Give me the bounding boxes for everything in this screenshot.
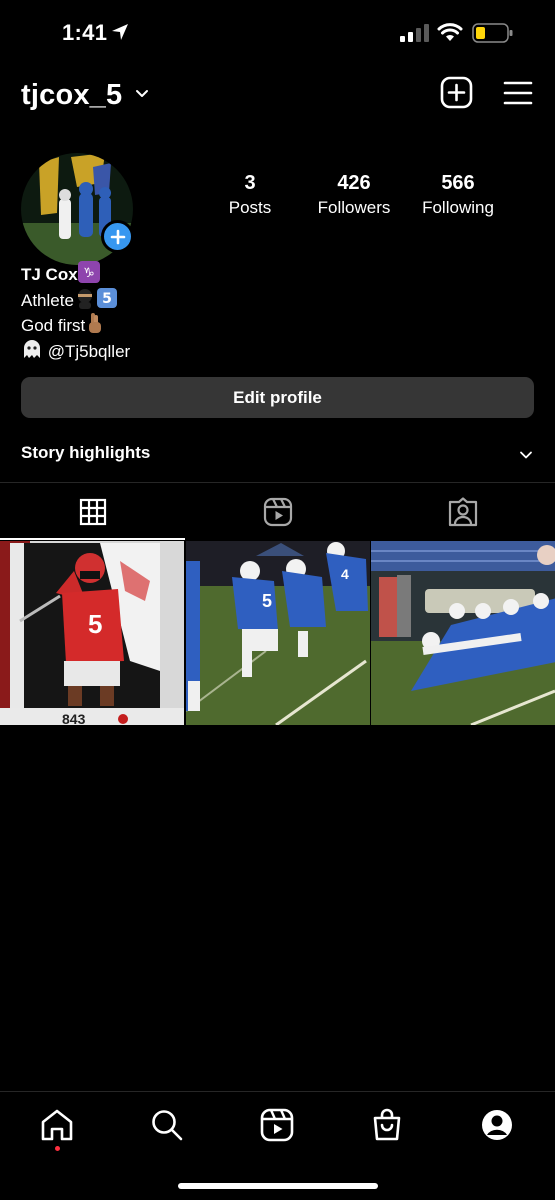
svg-text:5: 5 xyxy=(102,291,112,307)
cellular-signal-icon xyxy=(400,24,429,42)
profile-icon[interactable] xyxy=(480,1108,514,1142)
battery-icon xyxy=(472,23,513,43)
svg-text:4: 4 xyxy=(341,566,349,582)
post-thumbnail-1[interactable]: 5 843 xyxy=(0,541,184,725)
story-highlights-title[interactable]: Story highlights xyxy=(21,443,150,463)
stat-following[interactable]: 566 Following xyxy=(413,172,503,218)
add-post-icon[interactable] xyxy=(440,76,473,109)
keycap-five-emoji-icon: 5 xyxy=(96,287,117,308)
svg-text:♑: ♑ xyxy=(83,266,95,281)
reels-icon xyxy=(263,497,292,527)
profile-avatar[interactable] xyxy=(21,153,134,265)
username[interactable]: tjcox_5 xyxy=(21,79,122,112)
search-icon[interactable] xyxy=(150,1108,184,1142)
add-story-button[interactable] xyxy=(101,220,134,253)
stat-posts-count: 3 xyxy=(244,172,256,194)
ghost-emoji-icon xyxy=(24,339,40,358)
home-indicator-bar xyxy=(178,1183,378,1189)
active-tab-indicator xyxy=(0,538,185,540)
display-name: TJ Cox xyxy=(21,265,78,284)
stat-posts-label: Posts xyxy=(228,198,272,217)
shop-icon[interactable] xyxy=(370,1108,404,1142)
bio-line-athlete: Athlete xyxy=(21,290,74,310)
football-player-red-jersey-photo: 5 843 xyxy=(0,541,184,725)
stat-followers-count: 426 xyxy=(337,172,371,194)
stat-following-label: Following xyxy=(422,198,494,217)
tab-posts-grid[interactable] xyxy=(0,483,185,541)
location-arrow-icon xyxy=(112,24,128,40)
post-thumbnail-2[interactable]: 5 4 xyxy=(186,541,370,725)
hamburger-menu-icon[interactable] xyxy=(503,79,533,107)
tab-tagged[interactable] xyxy=(370,483,555,541)
chevron-down-icon[interactable] xyxy=(518,447,534,463)
chevron-down-icon[interactable] xyxy=(134,86,150,102)
posts-grid: 5 843 5 4 xyxy=(0,541,555,725)
capricorn-emoji-icon: ♑ xyxy=(77,261,100,283)
football-lineup-blue-team-photo xyxy=(371,541,555,725)
svg-text:843: 843 xyxy=(62,711,86,725)
tagged-icon xyxy=(448,497,477,527)
crossed-fingers-emoji-icon xyxy=(89,313,102,333)
profile-header: tjcox_5 xyxy=(0,66,555,124)
ninja-emoji-icon xyxy=(77,288,92,309)
svg-text:5: 5 xyxy=(88,609,102,639)
home-icon[interactable] xyxy=(40,1108,74,1142)
tab-reels[interactable] xyxy=(185,483,370,541)
stat-followers[interactable]: 426 Followers xyxy=(309,172,399,218)
edit-profile-button[interactable]: Edit profile xyxy=(21,377,534,418)
status-time: 1:41 xyxy=(62,20,108,45)
stat-followers-label: Followers xyxy=(317,198,391,217)
svg-text:5: 5 xyxy=(262,591,272,611)
grid-icon xyxy=(79,498,106,526)
stat-following-count: 566 xyxy=(441,172,475,194)
bio-line-god-first: God first xyxy=(21,316,86,335)
plus-icon xyxy=(110,229,125,244)
profile-bio: TJ Cox ♑ Athlete 5 God first @Tj5bqller xyxy=(21,261,130,363)
stat-posts[interactable]: 3 Posts xyxy=(215,172,285,218)
post-thumbnail-3[interactable] xyxy=(371,541,555,725)
football-game-blue-team-photo: 5 4 xyxy=(186,541,370,725)
reels-icon[interactable] xyxy=(260,1108,294,1142)
wifi-icon xyxy=(437,23,463,41)
bio-line-snapchat[interactable]: @Tj5bqller xyxy=(48,342,130,361)
home-notification-dot xyxy=(55,1146,60,1151)
status-bar: 1:41 xyxy=(0,0,555,66)
